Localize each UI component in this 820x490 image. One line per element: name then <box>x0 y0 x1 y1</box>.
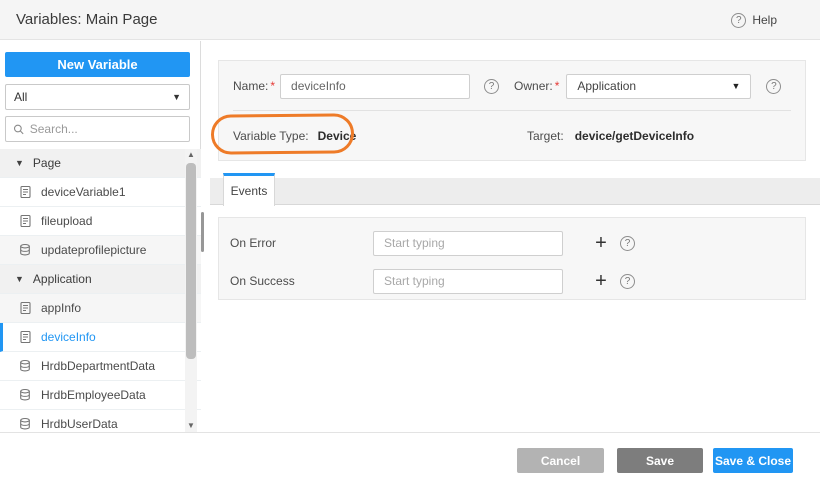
variable-filter-select[interactable]: All ▼ <box>5 84 190 110</box>
on-error-input[interactable] <box>373 231 563 256</box>
collapse-caret-icon: ▼ <box>15 274 24 284</box>
owner-select[interactable]: Application ▼ <box>566 74 751 99</box>
events-panel: On Error + ? On Success + ? <box>218 217 806 300</box>
name-input[interactable] <box>280 74 470 99</box>
new-variable-button[interactable]: New Variable <box>5 52 190 77</box>
tree-item-label: updateprofilepicture <box>41 243 146 257</box>
add-on-success-action-icon[interactable]: + <box>589 269 613 293</box>
tree-item-fileupload[interactable]: fileupload <box>0 207 201 236</box>
tree-group-page[interactable]: ▼ Page <box>0 149 201 178</box>
tree-item-label: fileupload <box>41 214 92 228</box>
service-variable-icon <box>19 359 32 373</box>
chevron-down-icon: ▼ <box>172 92 181 102</box>
help-button[interactable]: ? Help <box>731 0 777 40</box>
variable-filter-value: All <box>14 90 27 104</box>
on-success-help-icon[interactable]: ? <box>620 274 635 289</box>
scroll-down-icon[interactable]: ▼ <box>185 420 197 432</box>
variable-type-label: Variable Type: <box>233 129 309 143</box>
variable-tree: ▼ Page deviceVariable1 fileupload updateprof… <box>0 149 201 432</box>
tree-item-updateprofilepicture[interactable]: updateprofilepicture <box>0 236 201 265</box>
owner-help-icon[interactable]: ? <box>766 79 781 94</box>
search-icon <box>13 123 25 136</box>
variable-type-value: Device <box>318 129 357 143</box>
service-variable-icon <box>19 243 32 257</box>
tree-item-devicevariable1[interactable]: deviceVariable1 <box>0 178 201 207</box>
type-target-row: Variable Type: Device Target: device/get… <box>233 123 791 149</box>
owner-label: Owner: <box>514 79 553 93</box>
on-error-row: On Error + ? <box>230 230 794 256</box>
dialog-header: Variables: Main Page ? Help <box>0 0 820 40</box>
tree-scrollbar[interactable]: ▲ ▼ <box>185 149 197 432</box>
tree-item-label: HrdbEmployeeData <box>41 388 146 402</box>
variable-properties-panel: Name: * ? Owner: * Application ▼ ? Varia… <box>218 60 806 161</box>
chevron-down-icon: ▼ <box>731 81 740 91</box>
target-field: Target: device/getDeviceInfo <box>527 123 694 149</box>
tree-item-hrdbuserdata[interactable]: HrdbUserData <box>0 410 201 432</box>
tree-item-appinfo[interactable]: appInfo <box>0 294 201 323</box>
on-success-input[interactable] <box>373 269 563 294</box>
search-input[interactable] <box>30 122 182 136</box>
on-error-help-icon[interactable]: ? <box>620 236 635 251</box>
on-error-label: On Error <box>230 236 373 250</box>
add-on-error-action-icon[interactable]: + <box>589 231 613 255</box>
device-variable-icon <box>19 330 32 344</box>
name-help-icon[interactable]: ? <box>484 79 499 94</box>
tree-item-label: Application <box>33 272 92 286</box>
device-variable-icon <box>19 214 32 228</box>
tab-events[interactable]: Events <box>223 173 275 206</box>
tree-item-hrdbemployeedata[interactable]: HrdbEmployeeData <box>0 381 201 410</box>
cancel-button[interactable]: Cancel <box>517 448 604 473</box>
variable-type-field: Variable Type: Device <box>233 123 356 149</box>
variable-search <box>5 116 190 142</box>
service-variable-icon <box>19 388 32 402</box>
tab-bar <box>210 178 820 205</box>
target-label: Target: <box>527 129 564 143</box>
target-value: device/getDeviceInfo <box>575 129 694 143</box>
footer-divider <box>0 432 820 433</box>
collapse-caret-icon: ▼ <box>15 158 24 168</box>
name-label: Name: <box>233 79 268 93</box>
tree-item-label: deviceInfo <box>41 330 96 344</box>
tree-item-hrdbdepartmentdata[interactable]: HrdbDepartmentData <box>0 352 201 381</box>
tree-item-label: HrdbDepartmentData <box>41 359 155 373</box>
device-variable-icon <box>19 185 32 199</box>
on-success-label: On Success <box>230 274 373 288</box>
required-asterisk: * <box>555 79 560 93</box>
help-question-icon: ? <box>731 13 746 28</box>
help-label: Help <box>752 13 777 27</box>
required-asterisk: * <box>270 79 275 93</box>
scroll-up-icon[interactable]: ▲ <box>185 149 197 161</box>
page-title: Variables: Main Page <box>16 0 157 40</box>
tree-item-label: appInfo <box>41 301 81 315</box>
on-success-row: On Success + ? <box>230 268 794 294</box>
tree-item-label: HrdbUserData <box>41 417 118 431</box>
form-divider <box>233 110 791 111</box>
service-variable-icon <box>19 417 32 431</box>
variables-sidebar: New Variable All ▼ ▼ Page deviceVariable1 f… <box>0 41 201 432</box>
save-button[interactable]: Save <box>617 448 703 473</box>
device-variable-icon <box>19 301 32 315</box>
variables-dialog: Variables: Main Page ? Help New Variable… <box>0 0 820 490</box>
name-owner-row: Name: * ? Owner: * Application ▼ ? <box>233 73 791 99</box>
tree-item-label: Page <box>33 156 61 170</box>
tree-group-application[interactable]: ▼ Application <box>0 265 201 294</box>
tree-scrollbar-thumb[interactable] <box>186 163 196 359</box>
content-scrollbar-thumb[interactable] <box>201 212 204 252</box>
owner-select-value: Application <box>577 79 636 93</box>
tree-item-deviceinfo[interactable]: deviceInfo <box>0 323 201 352</box>
tree-item-label: deviceVariable1 <box>41 185 126 199</box>
save-and-close-button[interactable]: Save & Close <box>713 448 793 473</box>
